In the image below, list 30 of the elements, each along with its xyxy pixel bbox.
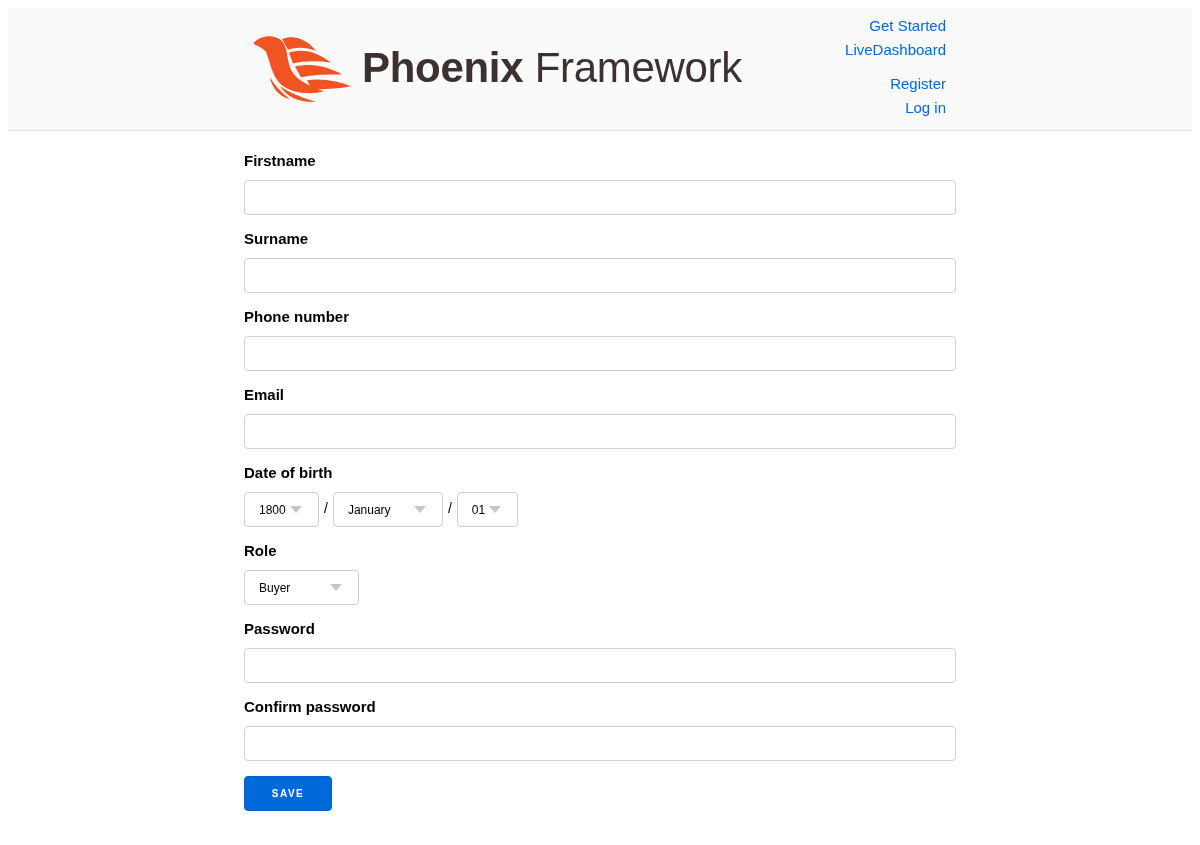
field-label: Surname <box>244 229 310 249</box>
caret-icon <box>489 506 502 513</box>
input-field[interactable] <box>244 258 956 293</box>
logo-text: Phoenix Framework <box>362 43 742 92</box>
save-button[interactable]: SAVE <box>244 776 332 811</box>
input-field[interactable] <box>244 180 956 215</box>
field-label: Firstname <box>244 151 317 171</box>
nav-link[interactable]: LiveDashboard <box>845 38 946 62</box>
year-dropdown[interactable]: 1800 <box>244 492 319 527</box>
caret-icon <box>413 506 426 513</box>
month-dropdown[interactable]: January <box>332 492 443 527</box>
password-field[interactable] <box>244 648 956 683</box>
input-field[interactable] <box>244 336 956 371</box>
date-separator: / <box>446 499 453 516</box>
field-label: Confirm password <box>244 697 377 717</box>
nav-link[interactable]: Get Started <box>869 14 946 38</box>
field-label: Phone number <box>244 307 350 327</box>
field-label: Date of birth <box>244 463 334 483</box>
field-label: Password <box>244 619 316 639</box>
password-field[interactable] <box>244 726 956 761</box>
input-field[interactable] <box>244 414 956 449</box>
nav-link[interactable]: Log in <box>905 96 946 120</box>
nav-link[interactable]: Register <box>890 72 946 96</box>
field-label: Email <box>244 385 286 405</box>
caret-icon <box>289 506 302 513</box>
caret-icon <box>330 584 342 591</box>
day-dropdown[interactable]: 01 <box>456 492 518 527</box>
date-separator: / <box>323 499 329 516</box>
field-label: Role <box>244 541 278 561</box>
dropdown[interactable]: Buyer <box>244 570 359 605</box>
